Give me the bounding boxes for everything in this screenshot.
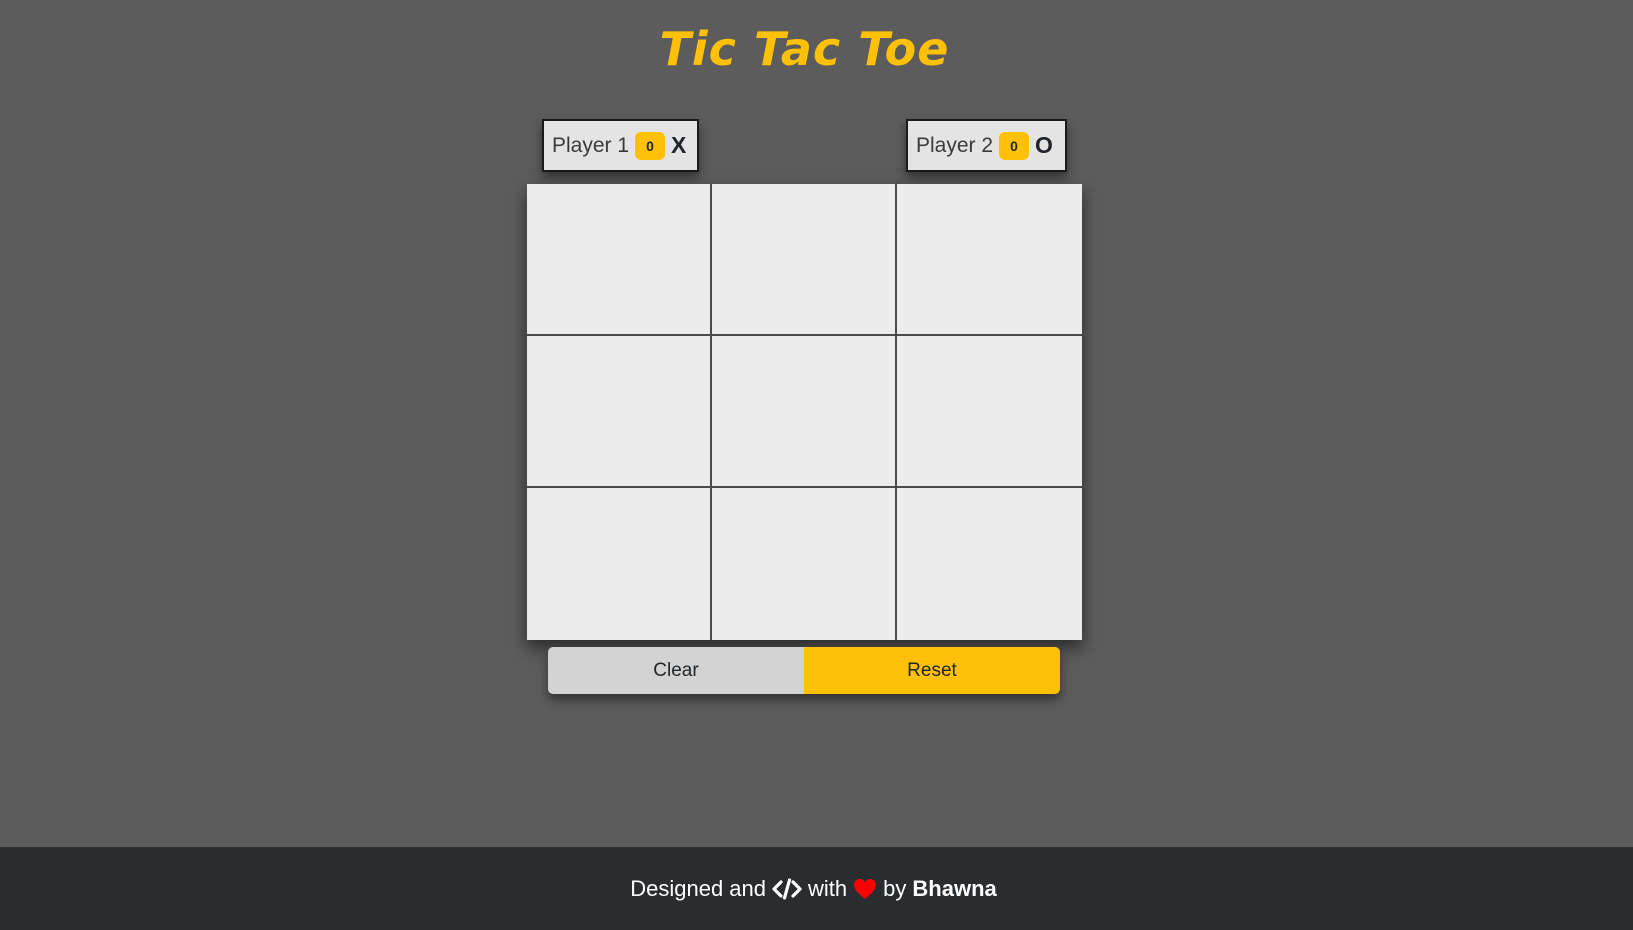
board-cell-9[interactable]: [897, 488, 1082, 640]
footer-by: by: [883, 875, 907, 901]
player-2-card: Player 2 0 O: [906, 119, 1067, 172]
board-cell-7[interactable]: [527, 488, 712, 640]
board-cell-4[interactable]: [527, 336, 712, 488]
heart-icon: [853, 878, 877, 900]
player-1-name: Player 1: [552, 133, 630, 157]
footer-prefix: Designed and: [630, 875, 767, 901]
footer-author: Bhawna: [912, 875, 997, 901]
board-cell-5[interactable]: [712, 336, 897, 488]
player-1-symbol: X: [671, 132, 687, 158]
game-controls: Clear Reset: [548, 647, 1060, 694]
page-title: Tic Tac Toe: [659, 22, 950, 76]
player-1-card: Player 1 0 X: [542, 119, 699, 172]
game-board: [527, 184, 1082, 640]
player-2-score: 0: [999, 131, 1030, 160]
player-2-symbol: O: [1035, 132, 1053, 158]
footer: Designed and with by Bhawna: [0, 847, 1633, 930]
reset-button[interactable]: Reset: [804, 647, 1060, 694]
clear-button[interactable]: Clear: [548, 647, 804, 694]
footer-with: with: [808, 875, 848, 901]
board-cell-3[interactable]: [897, 184, 1082, 336]
code-icon: [772, 877, 802, 900]
player-2-name: Player 2: [916, 133, 994, 157]
board-cell-1[interactable]: [527, 184, 712, 336]
board-cell-8[interactable]: [712, 488, 897, 640]
player-1-score: 0: [635, 131, 666, 160]
board-cell-6[interactable]: [897, 336, 1082, 488]
board-cell-2[interactable]: [712, 184, 897, 336]
